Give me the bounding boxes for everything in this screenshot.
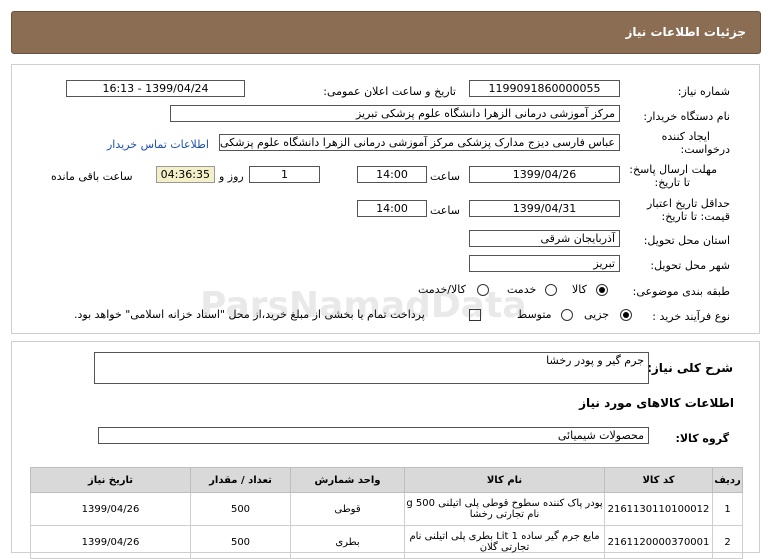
remaining-time-field: 04:36:35 <box>156 166 215 183</box>
category-radio-goods[interactable] <box>596 284 608 296</box>
contact-buyer-link[interactable]: اطلاعات تماس خریدار <box>107 138 209 151</box>
cell-quantity: 500 <box>190 492 291 526</box>
treasury-payment-note: پرداخت تمام یا بخشی از مبلغ خرید،از محل … <box>74 308 425 321</box>
deadline-label: مهلت ارسال پاسخ: <box>629 163 717 176</box>
column-header-row-number: ردیف <box>712 467 743 493</box>
need-number-label: شماره نیاز: <box>677 85 730 98</box>
days-remaining-field: 1 <box>249 166 320 183</box>
treasury-payment-checkbox[interactable] <box>469 309 481 321</box>
goods-table-header: ردیف کد کالا نام کالا واحد شمارش تعداد /… <box>30 467 743 493</box>
cell-unit: بطری <box>290 525 405 559</box>
city-label: شهر محل تحویل: <box>650 259 730 272</box>
cell-goods-code: 2161120000370001 <box>604 525 713 559</box>
cell-need-date: 1399/04/26 <box>30 492 191 526</box>
deadline-time-label: ساعت <box>430 170 460 183</box>
page-title: جزئیات اطلاعات نیاز <box>625 25 746 39</box>
cell-goods-name: مایع جرم گیر ساده 1 Lit بطری پلی اتیلنی … <box>404 525 605 559</box>
goods-table-wrapper: ردیف کد کالا نام کالا واحد شمارش تعداد /… <box>30 467 743 559</box>
announce-datetime-label: تاریخ و ساعت اعلان عمومی: <box>323 85 456 98</box>
category-option-goods-service: کالا/خدمت <box>418 283 466 296</box>
city-field: تبریز <box>469 255 620 272</box>
process-option-minor: جزیی <box>584 308 610 321</box>
deadline-label-2: تا تاریخ: <box>654 176 690 189</box>
goods-group-field: محصولات شیمیائی <box>98 427 649 444</box>
process-type-label: نوع فرآیند خرید : <box>652 310 730 323</box>
deadline-time-field: 14:00 <box>357 166 427 183</box>
cell-goods-code: 2161130110100012 <box>604 492 713 526</box>
remaining-time-label: ساعت باقی مانده <box>51 170 133 183</box>
table-row: 1 2161130110100012 پودر پاک کننده سطوح ق… <box>30 492 743 526</box>
announce-datetime-field: 1399/04/24 - 16:13 <box>66 80 245 97</box>
goods-group-label: گروه کالا: <box>675 432 729 445</box>
column-header-goods-code: کد کالا <box>604 467 713 493</box>
cell-goods-name: پودر پاک کننده سطوح قوطی پلی اتیلنی 500 … <box>404 492 605 526</box>
validity-label: حداقل تاریخ اعتبار <box>646 197 730 210</box>
process-radio-medium[interactable] <box>561 309 573 321</box>
table-row: 2 2161120000370001 مایع جرم گیر ساده 1 L… <box>30 525 743 559</box>
process-option-medium: متوسط <box>517 308 552 321</box>
validity-time-field: 14:00 <box>357 200 427 217</box>
cell-row-number: 2 <box>712 525 743 559</box>
column-header-need-date: تاریخ نیاز <box>30 467 191 493</box>
requester-label-2: درخواست: <box>680 143 730 156</box>
cell-quantity: 500 <box>190 525 291 559</box>
goods-table: ردیف کد کالا نام کالا واحد شمارش تعداد /… <box>30 467 743 559</box>
need-number-field: 1199091860000055 <box>469 80 620 97</box>
need-description-field: جرم گیر و پودر رخشا <box>94 352 649 384</box>
column-header-unit: واحد شمارش <box>290 467 405 493</box>
requester-field: عباس فارسی دیزج مدارک پزشکی مرکز آموزشی … <box>219 134 620 151</box>
requester-label: ایجاد کننده <box>661 130 710 143</box>
category-radio-goods-service[interactable] <box>477 284 489 296</box>
days-label: روز و <box>219 170 244 183</box>
page-header: جزئیات اطلاعات نیاز <box>11 11 761 54</box>
validity-date-field: 1399/04/31 <box>469 200 620 217</box>
column-header-quantity: تعداد / مقدار <box>190 467 291 493</box>
category-radio-service[interactable] <box>545 284 557 296</box>
province-field: آذربایجان شرقی <box>469 230 620 247</box>
column-header-goods-name: نام کالا <box>404 467 605 493</box>
validity-time-label: ساعت <box>430 204 460 217</box>
deadline-date-field: 1399/04/26 <box>469 166 620 183</box>
buyer-org-field: مرکز آموزشی درمانی الزهرا دانشگاه علوم پ… <box>170 105 620 122</box>
cell-row-number: 1 <box>712 492 743 526</box>
validity-label-2: قیمت: تا تاریخ: <box>661 210 730 223</box>
buyer-org-label: نام دستگاه خریدار: <box>643 110 730 123</box>
process-radio-minor[interactable] <box>620 309 632 321</box>
province-label: استان محل تحویل: <box>643 234 730 247</box>
category-option-goods: کالا <box>572 283 587 296</box>
cell-need-date: 1399/04/26 <box>30 525 191 559</box>
category-label: طبقه بندی موضوعی: <box>632 285 730 298</box>
need-description-label: شرح کلی نیاز: <box>647 361 733 375</box>
category-option-service: خدمت <box>507 283 537 296</box>
goods-info-title: اطلاعات کالاهای مورد نیاز <box>579 396 734 410</box>
cell-unit: قوطی <box>290 492 405 526</box>
